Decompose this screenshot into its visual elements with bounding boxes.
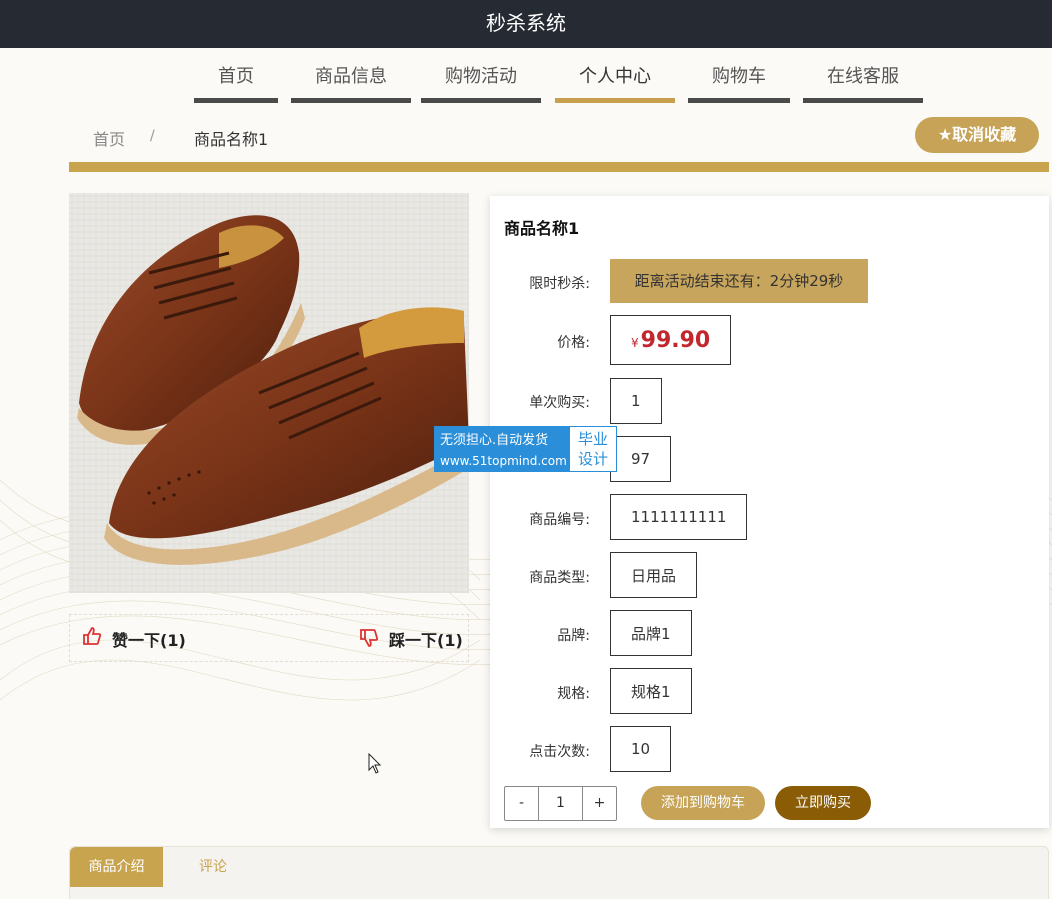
star-icon: ★: [937, 125, 953, 144]
vote-bar: 赞一下(1) 踩一下(1): [69, 614, 469, 662]
dislike-label: 踩一下(1): [389, 631, 463, 650]
thumbs-up-icon: [83, 627, 102, 645]
seckill-label: 限时秒杀:: [529, 276, 590, 292]
quantity-input[interactable]: 1: [538, 787, 583, 820]
price-box: ¥ 99.90: [610, 315, 732, 365]
divider: [69, 162, 1049, 172]
clicks-value: 10: [610, 726, 672, 772]
watermark-badge2: 设计: [577, 450, 608, 468]
watermark-badge1: 毕业: [577, 430, 608, 448]
app-title-bar: 秒杀系统: [0, 0, 1052, 48]
breadcrumb-home[interactable]: 首页: [93, 126, 125, 150]
thumbs-down-icon: [360, 629, 379, 647]
unfavorite-button[interactable]: ★取消收藏: [915, 117, 1039, 153]
nav-cart[interactable]: 购物车: [688, 63, 790, 103]
clicks-label: 点击次数:: [529, 744, 590, 760]
type-label: 商品类型:: [529, 570, 590, 586]
price-value: 99.90: [640, 327, 711, 353]
mouse-cursor-icon: [368, 753, 382, 774]
nav-home[interactable]: 首页: [194, 63, 278, 103]
price-label: 价格:: [557, 335, 590, 351]
quantity-stepper: - 1 +: [504, 786, 617, 821]
currency-symbol: ¥: [631, 336, 639, 350]
quantity-plus-button[interactable]: +: [583, 787, 616, 820]
detail-tabs: 商品介绍 评论: [69, 846, 1049, 899]
brand-value: 品牌1: [610, 610, 692, 656]
nav-shopping-activity[interactable]: 购物活动: [421, 63, 541, 103]
main-nav: 首页 商品信息 购物活动 个人中心 购物车 在线客服: [0, 48, 1052, 104]
tab-comments[interactable]: 评论: [163, 847, 263, 887]
watermark-tag: 毕业 设计: [570, 427, 616, 471]
watermark-badge: 无须担心.自动发货 www.51topmind.com 毕业 设计: [434, 426, 617, 472]
breadcrumb-separator: /: [150, 128, 155, 144]
stock-value: 97: [610, 436, 672, 482]
countdown-timer: 距离活动结束还有：2分钟29秒: [610, 259, 868, 303]
per-purchase-value: 1: [610, 378, 662, 424]
spec-value: 规格1: [610, 668, 692, 714]
watermark-text: 无须担心.自动发货 www.51topmind.com: [435, 427, 570, 471]
nav-personal-center[interactable]: 个人中心: [555, 63, 675, 103]
nav-product-info[interactable]: 商品信息: [291, 63, 411, 103]
spec-label: 规格:: [557, 686, 590, 702]
product-image: [69, 193, 469, 593]
breadcrumb-current: 商品名称1: [194, 130, 269, 149]
per-purchase-label: 单次购买:: [529, 395, 590, 411]
buy-now-button[interactable]: 立即购买: [775, 786, 871, 820]
tab-product-intro[interactable]: 商品介绍: [70, 847, 163, 887]
code-value: 1111111111: [610, 494, 748, 540]
app-title: 秒杀系统: [486, 11, 566, 35]
product-detail-panel: 商品名称1 限时秒杀: 距离活动结束还有：2分钟29秒 价格: ¥ 99.90 …: [490, 196, 1049, 828]
like-label: 赞一下(1): [112, 631, 186, 650]
dislike-button[interactable]: 踩一下(1): [359, 627, 463, 651]
nav-online-service[interactable]: 在线客服: [803, 63, 923, 103]
type-value: 日用品: [610, 552, 698, 598]
quantity-minus-button[interactable]: -: [505, 787, 538, 820]
unfavorite-label: 取消收藏: [952, 125, 1017, 144]
product-name: 商品名称1: [504, 219, 580, 238]
brand-label: 品牌:: [557, 628, 590, 644]
add-to-cart-button[interactable]: 添加到购物车: [641, 786, 765, 820]
watermark-url: www.51topmind.com: [440, 454, 567, 468]
like-button[interactable]: 赞一下(1): [82, 627, 186, 651]
watermark-line1: 无须担心.自动发货: [440, 433, 549, 448]
code-label: 商品编号:: [529, 512, 590, 528]
